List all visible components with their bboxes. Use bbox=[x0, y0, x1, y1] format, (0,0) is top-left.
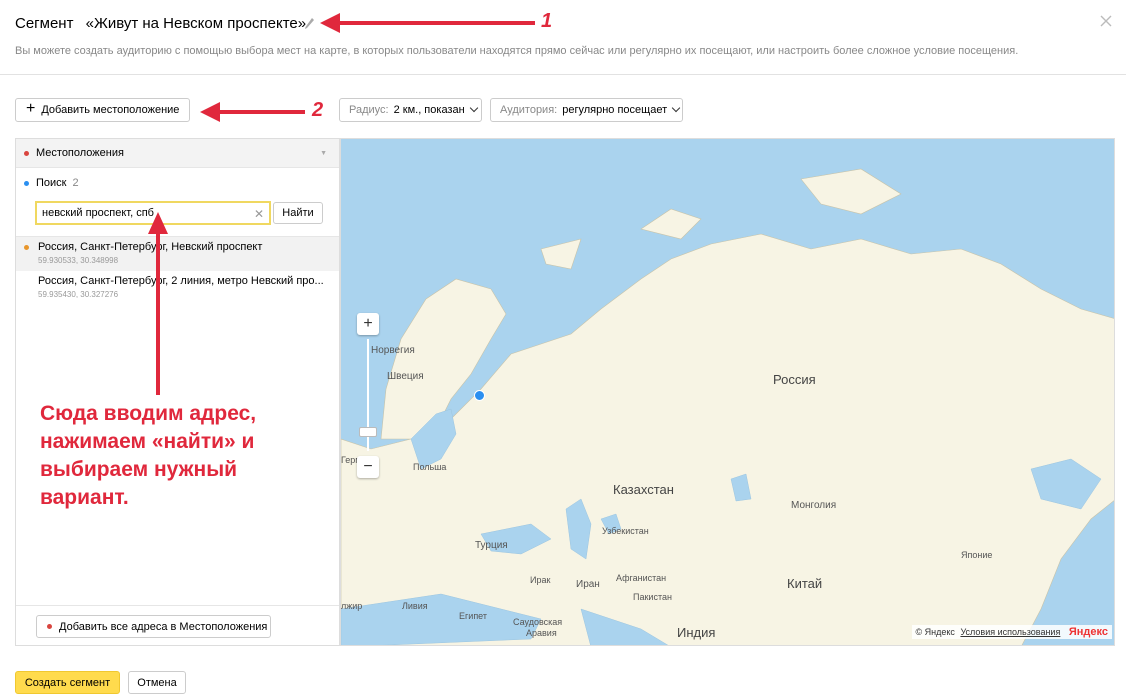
create-segment-button[interactable]: Создать сегмент bbox=[15, 671, 120, 694]
annotation-text: Сюда вводим адрес, нажимаем «найти» и вы… bbox=[40, 402, 257, 509]
cancel-button[interactable]: Отмена bbox=[128, 671, 186, 694]
annotation-arrows bbox=[148, 13, 535, 395]
annotation-number-2: 2 bbox=[312, 99, 324, 121]
annotation-number-1: 1 bbox=[541, 10, 553, 32]
